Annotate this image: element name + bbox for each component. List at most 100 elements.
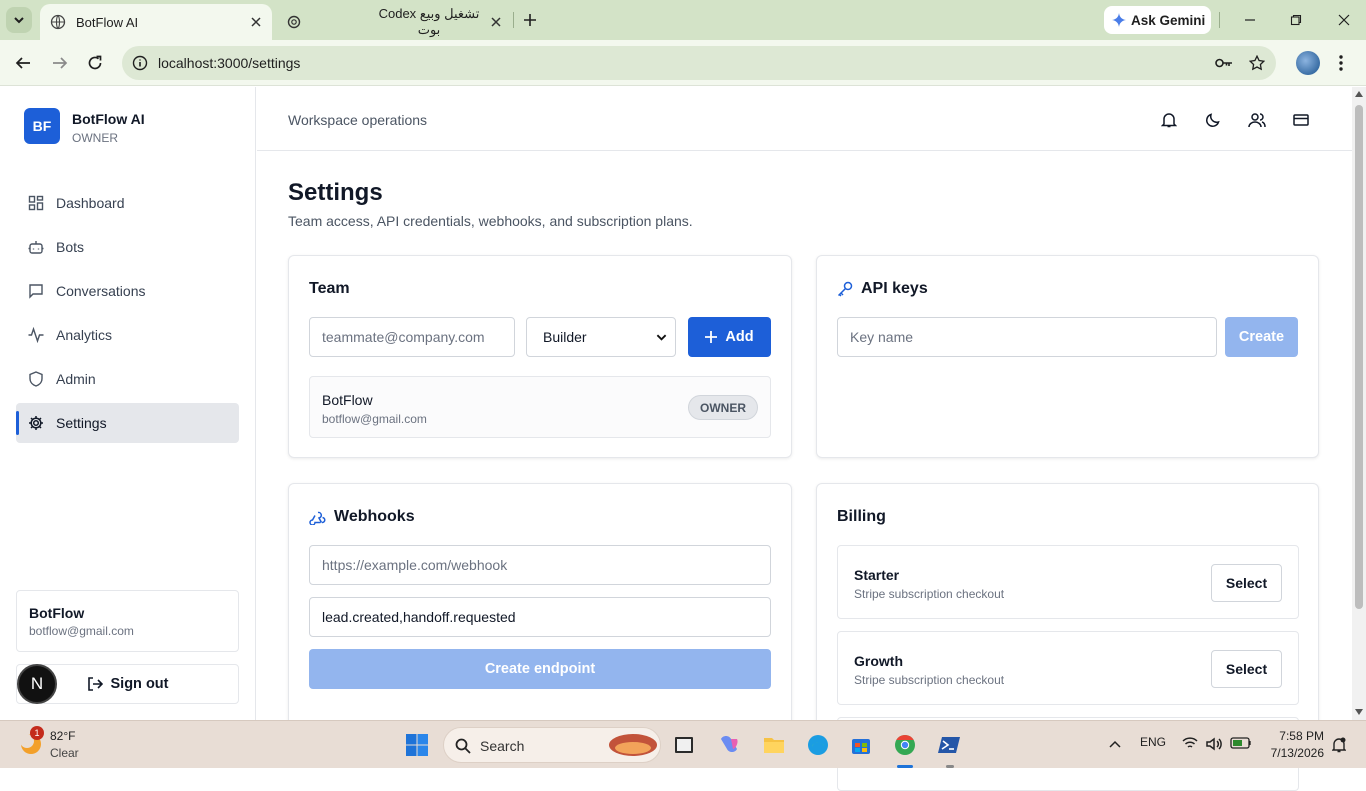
theme-toggle-button[interactable]: [1203, 110, 1223, 130]
notification-bell-icon: [1332, 737, 1346, 753]
page-title: Settings: [288, 179, 383, 206]
address-bar-row: localhost:3000/settings: [0, 40, 1366, 86]
user-card: BotFlow botflow@gmail.com: [16, 590, 239, 652]
tab-search-button[interactable]: [6, 7, 32, 33]
sidebar-item-analytics[interactable]: Analytics: [16, 315, 239, 355]
create-key-button[interactable]: Create: [1225, 317, 1298, 357]
divider: [1219, 12, 1220, 28]
tab-botflow[interactable]: BotFlow AI: [40, 4, 272, 40]
page-scrollbar[interactable]: [1352, 87, 1366, 720]
member-email: botflow@gmail.com: [322, 412, 427, 426]
profile-avatar[interactable]: [1296, 51, 1320, 75]
forward-button[interactable]: [49, 52, 71, 74]
browser-menu-button[interactable]: [1330, 52, 1352, 74]
plus-icon: [524, 14, 536, 26]
minimize-button[interactable]: [1240, 10, 1260, 30]
sidebar-item-label: Settings: [56, 415, 107, 431]
battery-icon: [1230, 737, 1251, 749]
weather-badge: 1: [30, 726, 44, 740]
site-info-icon[interactable]: [131, 54, 149, 72]
key-name-input[interactable]: Key name: [837, 317, 1217, 357]
taskbar-search[interactable]: Search: [443, 727, 661, 763]
member-role-badge: OWNER: [688, 395, 758, 420]
sidebar-item-label: Analytics: [56, 327, 113, 343]
add-member-button[interactable]: Add: [688, 317, 771, 357]
tab-title: Codex تشغيل وبيع بوت: [378, 6, 480, 37]
scrollbar-thumb[interactable]: [1355, 105, 1363, 609]
close-tab-icon[interactable]: [486, 12, 506, 32]
bookmark-star-icon[interactable]: [1248, 54, 1266, 72]
gear-icon: [29, 416, 43, 430]
plan-description: Stripe subscription checkout: [854, 587, 1005, 601]
role-select-value: Builder: [543, 329, 587, 345]
new-tab-button[interactable]: [517, 7, 543, 33]
scroll-down-icon: [1355, 709, 1363, 715]
credit-card-icon: [1293, 114, 1309, 126]
sidebar-item-label: Bots: [56, 239, 85, 255]
weather-temp: 82°F: [50, 729, 76, 743]
arrow-right-icon: [53, 57, 68, 69]
clock-date: 7/13/2026: [1270, 746, 1324, 760]
select-plan-button[interactable]: Select: [1211, 564, 1282, 602]
team-button[interactable]: [1247, 110, 1267, 130]
sidebar-nav: Dashboard Bots Conversations Analytics A…: [16, 183, 239, 447]
chrome-icon: [895, 734, 915, 755]
webhook-events-input[interactable]: lead.created,handoff.requested: [309, 597, 771, 637]
windows-start-icon: [406, 734, 428, 756]
close-window-button[interactable]: [1334, 10, 1354, 30]
plan-description: Stripe subscription checkout: [854, 673, 1005, 687]
billing-button[interactable]: [1291, 110, 1311, 130]
scroll-up-icon: [1355, 91, 1363, 97]
clock-time: 7:58 PM: [1279, 729, 1324, 743]
team-member-row: BotFlow botflow@gmail.com OWNER: [309, 376, 771, 438]
back-button[interactable]: [12, 52, 34, 74]
webhooks-title-label: Webhooks: [334, 508, 415, 525]
team-title: Team: [309, 280, 350, 297]
reload-button[interactable]: [84, 52, 106, 74]
search-icon: [455, 738, 471, 754]
webhook-url-input[interactable]: https://example.com/webhook: [309, 545, 771, 585]
wifi-icon: [1182, 737, 1198, 748]
create-endpoint-button[interactable]: Create endpoint: [309, 649, 771, 689]
sidebar-item-admin[interactable]: Admin: [16, 359, 239, 399]
chevron-down-icon: [656, 334, 667, 341]
plan-name: Starter: [854, 567, 900, 583]
task-view-icon: [675, 737, 693, 753]
tab-divider: [513, 12, 514, 28]
omnibox[interactable]: localhost:3000/settings: [122, 46, 1276, 80]
ask-gemini-button[interactable]: Ask Gemini: [1104, 6, 1211, 34]
sidebar-item-settings[interactable]: Settings: [16, 403, 239, 443]
tab-codex[interactable]: Codex تشغيل وبيع بوت: [276, 4, 512, 40]
url-text[interactable]: localhost:3000/settings: [158, 55, 300, 71]
select-plan-button[interactable]: Select: [1211, 650, 1282, 688]
close-tab-icon[interactable]: [246, 12, 266, 32]
sign-out-label: Sign out: [110, 676, 169, 692]
reload-icon: [88, 55, 102, 70]
taskbar-search-label: Search: [480, 738, 525, 754]
top-bar: Workspace operations: [257, 87, 1352, 151]
more-vertical-icon: [1339, 55, 1343, 71]
role-select[interactable]: Builder: [526, 317, 676, 357]
sidebar-item-bots[interactable]: Bots: [16, 227, 239, 267]
tray-chevron-icon: [1109, 740, 1121, 748]
weather-desc: Clear: [50, 746, 79, 760]
sidebar-item-conversations[interactable]: Conversations: [16, 271, 239, 311]
search-highlight-icon: [609, 734, 657, 756]
restore-button[interactable]: [1286, 10, 1306, 30]
gemini-sparkle-icon: [1112, 13, 1126, 27]
bell-icon: [1161, 113, 1177, 128]
sidebar-item-label: Admin: [56, 371, 96, 387]
copilot-icon: [721, 736, 738, 752]
sidebar-item-dashboard[interactable]: Dashboard: [16, 183, 239, 223]
moon-icon: [1206, 113, 1220, 127]
password-key-icon[interactable]: [1215, 54, 1233, 72]
teammate-email-input[interactable]: teammate@company.com: [309, 317, 515, 357]
user-email: botflow@gmail.com: [29, 624, 134, 638]
system-clock[interactable]: 7:58 PM 7/13/2026: [1266, 729, 1324, 760]
devtools-avatar[interactable]: N: [17, 664, 57, 704]
message-icon: [29, 284, 43, 299]
top-bar-title: Workspace operations: [288, 112, 428, 128]
language-indicator[interactable]: ENG: [1140, 735, 1166, 749]
key-icon: [837, 281, 853, 297]
notifications-button[interactable]: [1159, 110, 1179, 130]
